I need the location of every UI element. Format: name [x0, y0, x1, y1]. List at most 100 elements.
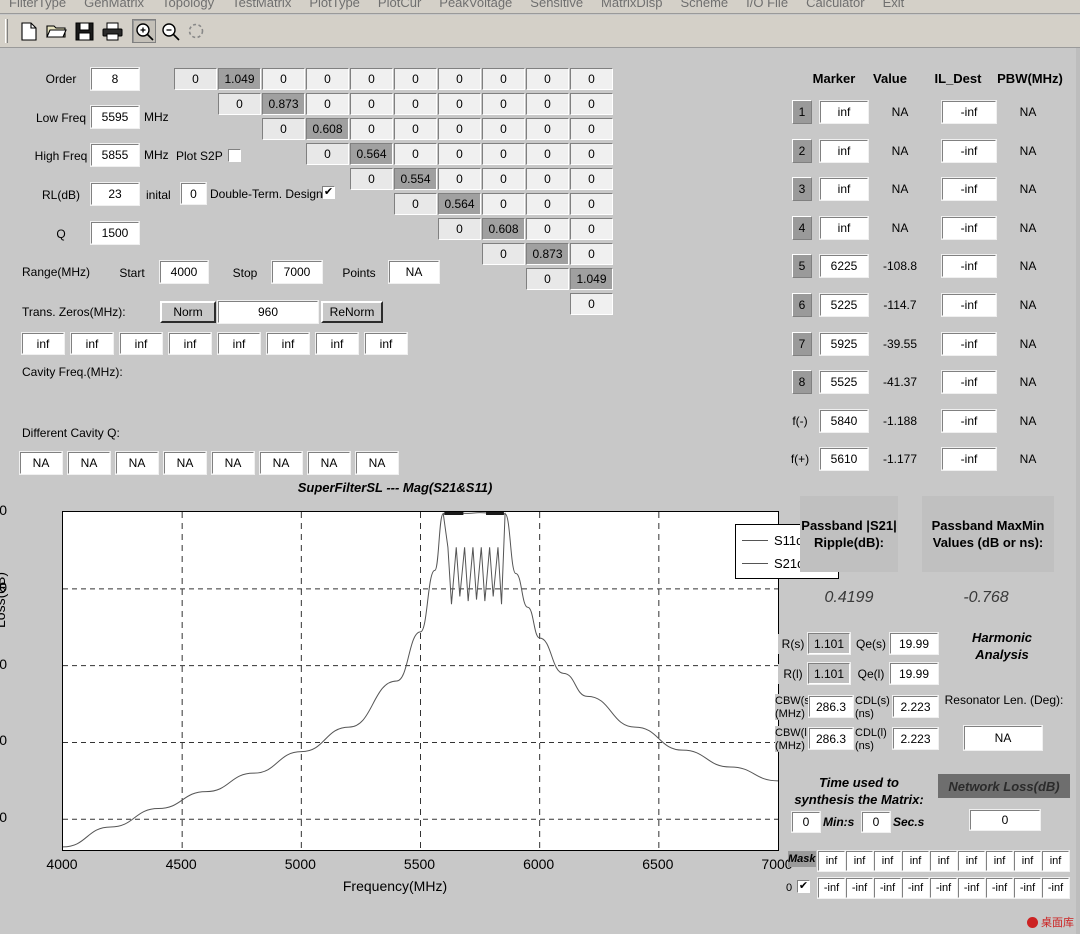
marker-freq-input-4[interactable]: inf — [819, 215, 869, 240]
menu-item-calculator[interactable]: Calculator — [797, 0, 874, 9]
cavity-q-input-5[interactable]: NA — [211, 451, 255, 475]
marker-ildest-input-5[interactable]: -inf — [941, 254, 997, 279]
trans-zero-input-4[interactable]: inf — [168, 332, 212, 355]
menu-item-topology[interactable]: Topology — [153, 0, 223, 9]
matrix-cell-r1-c5[interactable]: 0 — [350, 68, 393, 90]
cavity-q-input-4[interactable]: NA — [163, 451, 207, 475]
mask-lower-input-7[interactable]: -inf — [985, 877, 1014, 899]
matrix-cell-r3-c3[interactable]: 0 — [262, 118, 305, 140]
marker-freq-input-1[interactable]: inf — [819, 100, 869, 124]
mask-lower-input-8[interactable]: -inf — [1013, 877, 1042, 899]
matrix-cell-r7-c7[interactable]: 0 — [438, 218, 481, 240]
cavity-q-input-1[interactable]: NA — [19, 451, 63, 475]
matrix-cell-r4-c5[interactable]: 0.564 — [350, 143, 393, 165]
matrix-cell-r3-c10[interactable]: 0 — [570, 118, 613, 140]
mask-lower-input-1[interactable]: -inf — [817, 877, 846, 899]
matrix-cell-r8-c10[interactable]: 0 — [570, 243, 613, 265]
mask-lower-input-2[interactable]: -inf — [845, 877, 874, 899]
mask-lower-input-5[interactable]: -inf — [929, 877, 958, 899]
matrix-cell-r8-c9[interactable]: 0.873 — [526, 243, 569, 265]
matrix-cell-r1-c3[interactable]: 0 — [262, 68, 305, 90]
menu-bar[interactable]: FilterType GenMatrix Topology TestMatrix Plo… — [0, 0, 1080, 14]
matrix-cell-r1-c6[interactable]: 0 — [394, 68, 437, 90]
mask-upper-input-4[interactable]: inf — [901, 850, 930, 872]
menu-item-testmatrix[interactable]: TestMatrix — [223, 0, 300, 9]
mask-checkbox[interactable]: ✔ — [797, 880, 810, 893]
matrix-cell-r4-c4[interactable]: 0 — [306, 143, 349, 165]
plot-s2p-checkbox[interactable] — [228, 149, 241, 162]
zoom-in-icon[interactable] — [132, 19, 156, 43]
matrix-cell-r5-c5[interactable]: 0 — [350, 168, 393, 190]
menu-item-plotcur[interactable]: PlotCur — [369, 0, 430, 9]
start-input[interactable]: 4000 — [159, 260, 209, 284]
matrix-cell-r9-c10[interactable]: 1.049 — [570, 268, 613, 290]
matrix-cell-r2-c5[interactable]: 0 — [350, 93, 393, 115]
order-input[interactable]: 8 — [90, 67, 140, 91]
cdls-value[interactable]: 2.223 — [892, 695, 939, 718]
matrix-cell-r2-c9[interactable]: 0 — [526, 93, 569, 115]
menu-item-scheme[interactable]: Scheme — [671, 0, 737, 9]
trans-zero-input-6[interactable]: inf — [266, 332, 310, 355]
matrix-cell-r2-c3[interactable]: 0.873 — [262, 93, 305, 115]
mask-upper-input-8[interactable]: inf — [1013, 850, 1042, 872]
high-freq-input[interactable]: 5855 — [90, 143, 140, 167]
marker-ildest-input-4[interactable]: -inf — [941, 215, 997, 240]
cavity-q-input-3[interactable]: NA — [115, 451, 159, 475]
mask-upper-input-5[interactable]: inf — [929, 850, 958, 872]
cbws-value[interactable]: 286.3 — [808, 695, 854, 718]
new-icon[interactable] — [16, 19, 40, 43]
mask-upper-input-9[interactable]: inf — [1041, 850, 1070, 872]
rl-input[interactable]: 23 — [90, 182, 140, 206]
matrix-cell-r6-c9[interactable]: 0 — [526, 193, 569, 215]
trans-zero-input-5[interactable]: inf — [217, 332, 261, 355]
norm-button[interactable]: Norm — [160, 301, 216, 323]
marker-freq-input-2[interactable]: inf — [819, 138, 869, 163]
marker-ildest-input-3[interactable]: -inf — [941, 177, 997, 202]
cdll-value[interactable]: 2.223 — [892, 727, 939, 750]
mask-lower-input-9[interactable]: -inf — [1041, 877, 1070, 899]
matrix-cell-r2-c10[interactable]: 0 — [570, 93, 613, 115]
mask-upper-input-2[interactable]: inf — [845, 850, 874, 872]
cavity-q-input-8[interactable]: NA — [355, 451, 399, 475]
mask-upper-input-7[interactable]: inf — [985, 850, 1014, 872]
matrix-cell-r6-c10[interactable]: 0 — [570, 193, 613, 215]
zoom-out-icon[interactable] — [158, 19, 182, 43]
inital-input[interactable]: 0 — [180, 182, 207, 205]
matrix-cell-r4-c8[interactable]: 0 — [482, 143, 525, 165]
menu-item-matrixdisp[interactable]: MatrixDisp — [592, 0, 671, 9]
matrix-cell-r2-c2[interactable]: 0 — [218, 93, 261, 115]
matrix-cell-r10-c10[interactable]: 0 — [570, 293, 613, 315]
save-icon[interactable] — [72, 19, 96, 43]
trans-zero-input-3[interactable]: inf — [119, 332, 163, 355]
matrix-cell-r9-c9[interactable]: 0 — [526, 268, 569, 290]
q-input[interactable]: 1500 — [90, 221, 140, 245]
mask-upper-input-3[interactable]: inf — [873, 850, 902, 872]
trans-zero-input-7[interactable]: inf — [315, 332, 359, 355]
matrix-cell-r3-c5[interactable]: 0 — [350, 118, 393, 140]
menu-item-exit[interactable]: Exit — [874, 0, 914, 9]
matrix-cell-r1-c2[interactable]: 1.049 — [218, 68, 261, 90]
norm-input[interactable]: 960 — [217, 300, 319, 324]
plot-axes[interactable]: S11dB S21dB — [62, 511, 839, 851]
marker-freq-input-3[interactable]: inf — [819, 177, 869, 202]
resonator-value[interactable]: NA — [963, 725, 1043, 751]
matrix-cell-r2-c4[interactable]: 0 — [306, 93, 349, 115]
matrix-cell-r3-c7[interactable]: 0 — [438, 118, 481, 140]
low-freq-input[interactable]: 5595 — [90, 105, 140, 129]
marker-ildest-input-10[interactable]: -inf — [941, 447, 997, 472]
cbwl-value[interactable]: 286.3 — [808, 727, 854, 750]
mask-lower-input-6[interactable]: -inf — [957, 877, 986, 899]
mask-lower-input-3[interactable]: -inf — [873, 877, 902, 899]
matrix-cell-r8-c8[interactable]: 0 — [482, 243, 525, 265]
trans-zero-input-8[interactable]: inf — [364, 332, 408, 355]
marker-freq-input-9[interactable]: 5840 — [819, 408, 869, 433]
matrix-cell-r4-c10[interactable]: 0 — [570, 143, 613, 165]
menu-item-peakvoltage[interactable]: PeakVoltage — [430, 0, 521, 9]
mask-lower-input-4[interactable]: -inf — [901, 877, 930, 899]
open-icon[interactable] — [44, 19, 68, 43]
matrix-cell-r1-c10[interactable]: 0 — [570, 68, 613, 90]
matrix-cell-r6-c8[interactable]: 0 — [482, 193, 525, 215]
matrix-cell-r4-c7[interactable]: 0 — [438, 143, 481, 165]
marker-ildest-input-2[interactable]: -inf — [941, 138, 997, 163]
menu-item-i-o-file[interactable]: I/O File — [737, 0, 797, 9]
